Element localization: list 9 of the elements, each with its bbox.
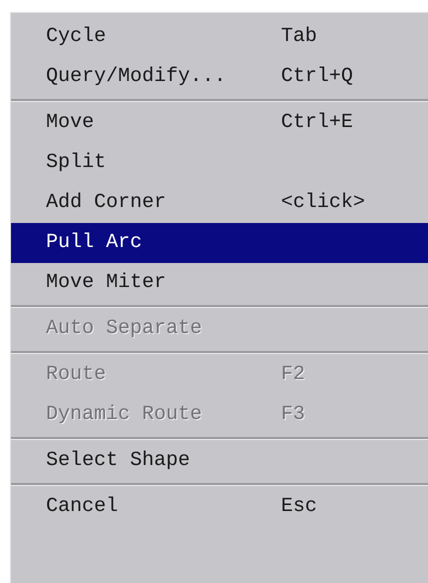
menu-item[interactable]: Cancel Esc — [11, 487, 428, 527]
menu-item[interactable]: Move Miter — [11, 263, 428, 303]
menu-item[interactable]: Query/Modify... Ctrl+Q — [11, 57, 428, 97]
menu-item[interactable]: Split — [11, 143, 428, 183]
menu-item[interactable]: Add Corner <click> — [11, 183, 428, 223]
menu-item[interactable]: Select Shape — [11, 441, 428, 481]
menu-item[interactable]: Pull Arc — [11, 223, 428, 263]
menu-item[interactable]: Cycle Tab — [11, 17, 428, 57]
menu-item[interactable]: Move Ctrl+E — [11, 103, 428, 143]
